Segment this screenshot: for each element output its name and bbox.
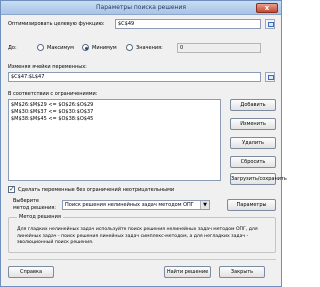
method-group-title: Метод решения [17, 214, 63, 220]
range-picker-icon[interactable] [265, 19, 275, 29]
variables-label: Изменяя ячейки переменных: [8, 64, 87, 70]
method-group: Метод решения Для гладких нелинейных зад… [8, 214, 276, 253]
chevron-down-icon[interactable]: ▼ [200, 201, 209, 209]
radio-value[interactable] [126, 44, 133, 51]
delete-button[interactable]: Удалить [230, 137, 276, 149]
radio-min[interactable] [82, 44, 89, 51]
title-bar: Параметры поиска решения x [1, 1, 281, 15]
range-picker-icon[interactable] [265, 72, 275, 82]
method-select-value: Поиск решения нелинейных задач методом О… [65, 202, 194, 208]
constraint-item[interactable]: $M$30:$M$37 <= $O$30:$O$37 [11, 109, 218, 116]
close-icon: x [264, 4, 270, 12]
radio-min-label: Минимум [92, 45, 117, 51]
solver-dialog: Параметры поиска решения x Оптимизироват… [0, 0, 287, 287]
constraints-label: В соответствии с ограничениями: [8, 91, 98, 97]
window-title: Параметры поиска решения [96, 4, 186, 11]
radio-value-label: Значения: [136, 45, 163, 51]
load-save-button[interactable]: Загрузить/сохранить [230, 173, 287, 185]
constraint-item[interactable]: $M$26:$M$29 <= $O$26:$O$29 [11, 102, 218, 109]
radio-max-label: Максимум [47, 45, 74, 51]
objective-label: Оптимизировать целевую функцию: [8, 21, 105, 27]
close-button[interactable]: x [256, 3, 278, 13]
method-select[interactable]: Поиск решения нелинейных задач методом О… [62, 200, 210, 210]
direction-label: До: [8, 45, 17, 51]
method-description: Для гладких нелинейных задач используйте… [17, 227, 258, 245]
method-label-line1: Выберите [13, 198, 39, 204]
close-dialog-button[interactable]: Закрыть [219, 266, 265, 278]
parameters-button[interactable]: Параметры [227, 199, 276, 211]
reset-button[interactable]: Сбросить [230, 156, 276, 168]
variables-input[interactable]: $C$47:$L$47 [8, 72, 261, 82]
add-button[interactable]: Добавить [230, 99, 276, 111]
solve-button[interactable]: Найти решение [164, 266, 211, 278]
nonneg-checkbox[interactable] [8, 185, 15, 193]
constraint-item[interactable]: $M$38:$M$45 <= $O$38:$O$45 [11, 116, 218, 123]
radio-max[interactable] [37, 44, 44, 51]
change-button[interactable]: Изменить [230, 118, 276, 130]
constraints-list[interactable]: $M$26:$M$29 <= $O$26:$O$29 $M$30:$M$37 <… [8, 99, 221, 181]
value-input[interactable]: 0 [177, 43, 261, 53]
objective-input[interactable]: $C$49 [115, 19, 261, 29]
nonneg-label: Сделать переменные без ограничений неотр… [18, 187, 175, 193]
footer-divider [8, 259, 276, 260]
method-label-line2: метод решения: [13, 205, 56, 211]
help-button[interactable]: Справка [8, 266, 54, 278]
